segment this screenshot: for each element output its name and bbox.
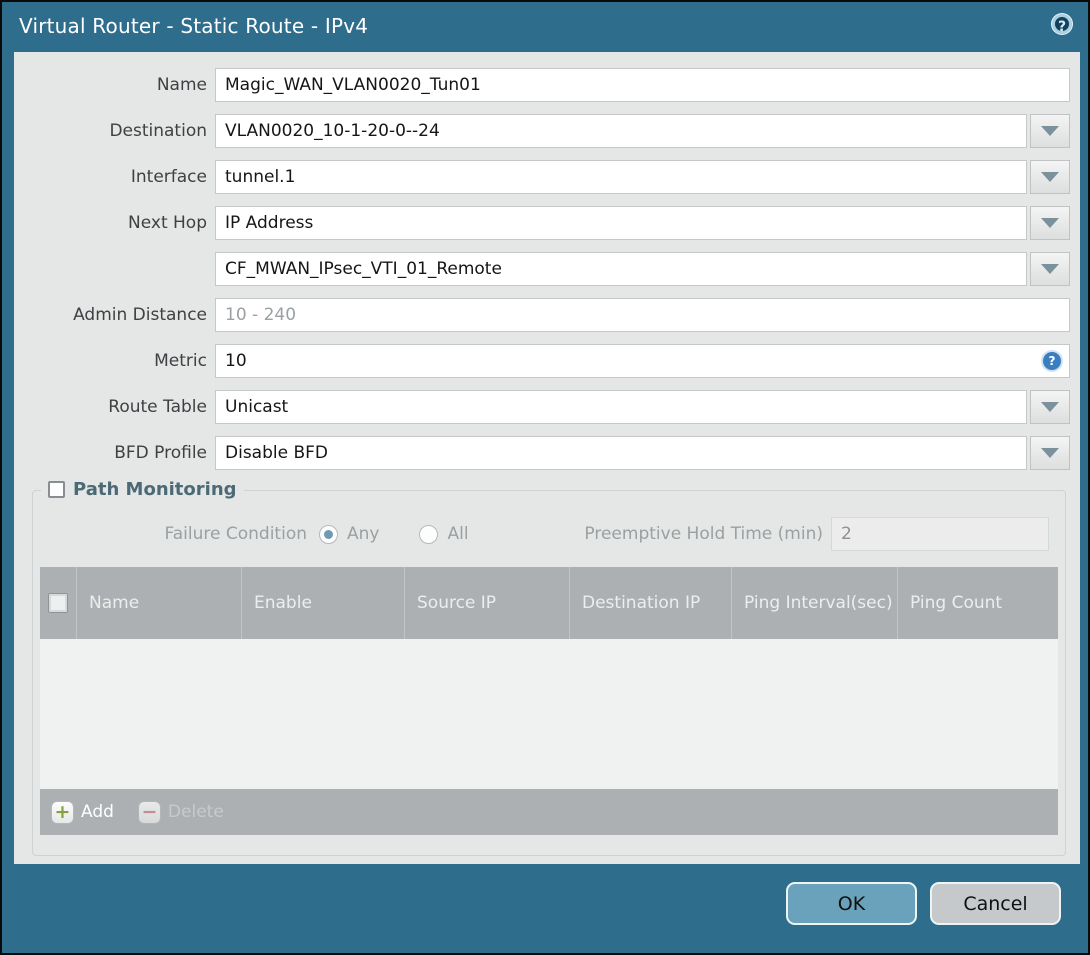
- dialog-footer: OK Cancel: [786, 882, 1061, 925]
- route-table-control: [215, 390, 1070, 424]
- minus-icon: −: [137, 800, 161, 824]
- interface-control: [215, 160, 1070, 194]
- route-table-input[interactable]: [215, 390, 1027, 424]
- select-all-column: [40, 567, 77, 639]
- bfd-profile-label: BFD Profile: [114, 443, 207, 463]
- name-input[interactable]: [215, 68, 1070, 102]
- metric-input[interactable]: [215, 344, 1070, 378]
- form-row-name: Name: [14, 68, 1080, 102]
- metric-control: ?: [215, 344, 1070, 378]
- form-row-interface: Interface: [14, 160, 1080, 194]
- form-row-bfd-profile: BFD Profile: [14, 436, 1080, 470]
- bfd-profile-control: [215, 436, 1070, 470]
- destination-dropdown-button[interactable]: [1030, 114, 1070, 148]
- failure-condition-label: Failure Condition: [164, 524, 307, 544]
- help-icon[interactable]: ?: [1052, 14, 1072, 35]
- dialog-title: Virtual Router - Static Route - IPv4: [19, 14, 369, 38]
- static-route-dialog: Virtual Router - Static Route - IPv4 ? N…: [0, 0, 1090, 955]
- failure-condition-row: Failure Condition Any All Preemptive Hol…: [33, 517, 1065, 551]
- column-header-source-ip: Source IP: [405, 567, 570, 639]
- interface-dropdown-button[interactable]: [1030, 160, 1070, 194]
- admin-distance-label: Admin Distance: [73, 305, 207, 325]
- bfd-profile-dropdown-button[interactable]: [1030, 436, 1070, 470]
- path-monitoring-legend: Path Monitoring: [41, 479, 244, 500]
- chevron-down-icon: [1041, 264, 1059, 274]
- bfd-profile-input[interactable]: [215, 436, 1027, 470]
- route-table-dropdown-button[interactable]: [1030, 390, 1070, 424]
- route-table-label: Route Table: [108, 397, 207, 417]
- chevron-down-icon: [1041, 218, 1059, 228]
- column-header-destination-ip: Destination IP: [570, 567, 732, 639]
- radio-all-label: All: [447, 524, 469, 544]
- cancel-button[interactable]: Cancel: [930, 882, 1061, 925]
- ok-button[interactable]: OK: [786, 882, 917, 925]
- next-hop-dropdown-button[interactable]: [1030, 206, 1070, 240]
- preemptive-hold-time-input: [831, 517, 1049, 551]
- dialog-titlebar: Virtual Router - Static Route - IPv4 ?: [2, 2, 1088, 50]
- table-action-bar: + Add − Delete: [40, 789, 1058, 835]
- next-hop-label: Next Hop: [128, 213, 207, 233]
- next-hop-address-dropdown-button[interactable]: [1030, 252, 1070, 286]
- admin-distance-input[interactable]: [215, 298, 1070, 332]
- table-body-empty: [40, 639, 1058, 789]
- admin-distance-control: [215, 298, 1070, 332]
- chevron-down-icon: [1041, 172, 1059, 182]
- next-hop-type-input[interactable]: [215, 206, 1027, 240]
- chevron-down-icon: [1041, 402, 1059, 412]
- add-button-label: Add: [81, 802, 114, 822]
- form-row-admin-distance: Admin Distance: [14, 298, 1080, 332]
- form-row-metric: Metric ?: [14, 344, 1080, 378]
- form-row-next-hop-address: [14, 252, 1080, 286]
- plus-icon: +: [51, 800, 74, 824]
- dialog-body: Name Destination Interface Next Hop: [14, 52, 1080, 864]
- interface-input[interactable]: [215, 160, 1027, 194]
- form-row-destination: Destination: [14, 114, 1080, 148]
- table-header-row: Name Enable Source IP Destination IP Pin…: [40, 567, 1058, 639]
- path-monitoring-title: Path Monitoring: [73, 479, 237, 500]
- interface-label: Interface: [130, 167, 207, 187]
- form-row-route-table: Route Table: [14, 390, 1080, 424]
- next-hop-address-input[interactable]: [215, 252, 1027, 286]
- delete-button: − Delete: [137, 800, 224, 824]
- chevron-down-icon: [1041, 448, 1059, 458]
- select-all-checkbox: [48, 593, 68, 613]
- delete-button-label: Delete: [167, 802, 224, 822]
- column-header-enable: Enable: [242, 567, 405, 639]
- chevron-down-icon: [1041, 126, 1059, 136]
- column-header-name: Name: [77, 567, 242, 639]
- next-hop-control: [215, 206, 1070, 240]
- radio-all: [419, 524, 439, 544]
- next-hop-address-control: [215, 252, 1070, 286]
- form-row-next-hop: Next Hop: [14, 206, 1080, 240]
- preemptive-hold-time-label: Preemptive Hold Time (min): [584, 524, 823, 544]
- path-monitoring-group: Path Monitoring Failure Condition Any Al…: [32, 479, 1066, 856]
- path-monitoring-checkbox[interactable]: [48, 481, 65, 498]
- add-button[interactable]: + Add: [51, 800, 114, 824]
- name-label: Name: [156, 75, 207, 95]
- radio-any-label: Any: [347, 524, 380, 544]
- destination-control: [215, 114, 1070, 148]
- destination-label: Destination: [109, 121, 207, 141]
- destination-input[interactable]: [215, 114, 1027, 148]
- metric-help-icon[interactable]: ?: [1043, 352, 1061, 370]
- metric-label: Metric: [154, 351, 207, 371]
- column-header-ping-interval: Ping Interval(sec): [732, 567, 898, 639]
- name-control: [215, 68, 1070, 102]
- radio-any: [319, 524, 338, 544]
- column-header-ping-count: Ping Count: [910, 593, 1003, 613]
- path-monitoring-table: Name Enable Source IP Destination IP Pin…: [40, 567, 1058, 835]
